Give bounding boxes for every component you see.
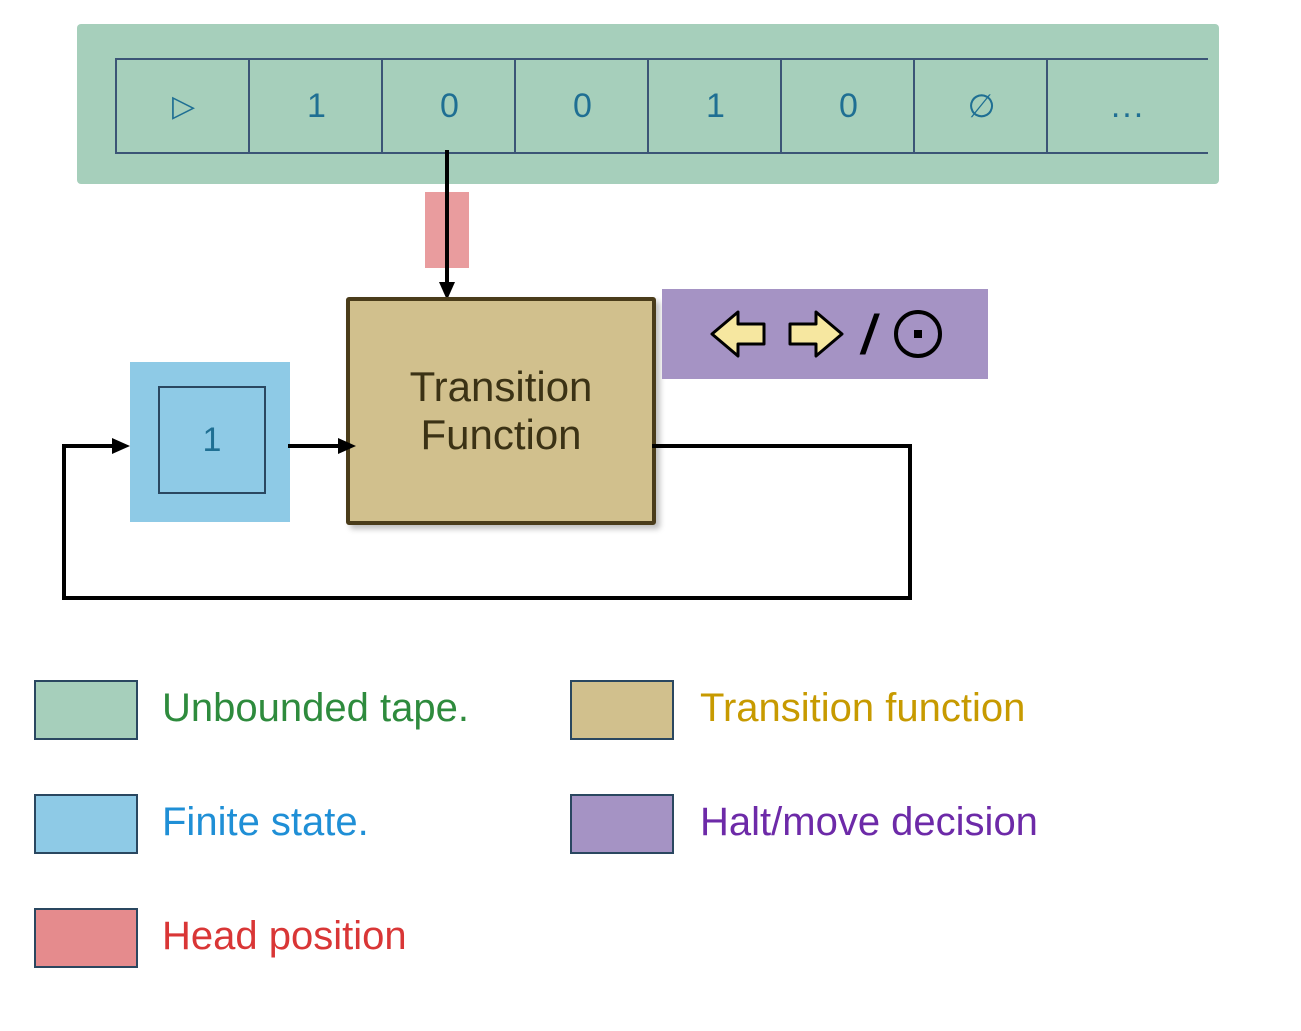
halt-icon (892, 308, 944, 360)
legend-swatch-haltmove (570, 794, 674, 854)
transition-label-line: Transition (410, 363, 593, 411)
tape-cell-value: 0 (440, 87, 459, 126)
legend-swatch-state (34, 794, 138, 854)
tape-cell-value: ∅ (968, 87, 996, 125)
tape-cell: ▷ (115, 58, 250, 154)
tape-cell: 0 (381, 58, 516, 154)
tape-to-transition-arrow (437, 150, 457, 300)
tape-cell-value: ▷ (172, 89, 195, 124)
halt-move-slash: / (860, 302, 880, 367)
tape-cell: ∅ (913, 58, 1048, 154)
tape-cell: 0 (780, 58, 915, 154)
tape-cell: 1 (647, 58, 782, 154)
legend-label-head: Head position (162, 914, 407, 959)
legend-label-transition: Transition function (700, 686, 1025, 731)
move-left-icon (706, 306, 772, 362)
legend-label-tape: Unbounded tape. (162, 686, 469, 731)
legend-swatch-tape (34, 680, 138, 740)
legend-label-haltmove: Halt/move decision (700, 800, 1038, 845)
legend-swatch-head (34, 908, 138, 968)
turing-machine-diagram: ▷ 1 0 0 1 0 ∅ ... Transition Function (0, 0, 1301, 1031)
legend-label-state: Finite state. (162, 800, 369, 845)
legend-swatch-transition (570, 680, 674, 740)
feedback-loop-path (50, 430, 930, 630)
move-right-icon (782, 306, 848, 362)
tape-cell-value: 1 (706, 87, 725, 126)
tape-cell: 1 (248, 58, 383, 154)
halt-move-block: / (662, 289, 988, 379)
tape-cell-value: 1 (307, 87, 326, 126)
tape-cell: 0 (514, 58, 649, 154)
tape-cell-value: ... (1111, 87, 1145, 126)
tape-cell: ... (1046, 58, 1208, 154)
tape-cell-value: 0 (573, 87, 592, 126)
tape-cell-value: 0 (839, 87, 858, 126)
